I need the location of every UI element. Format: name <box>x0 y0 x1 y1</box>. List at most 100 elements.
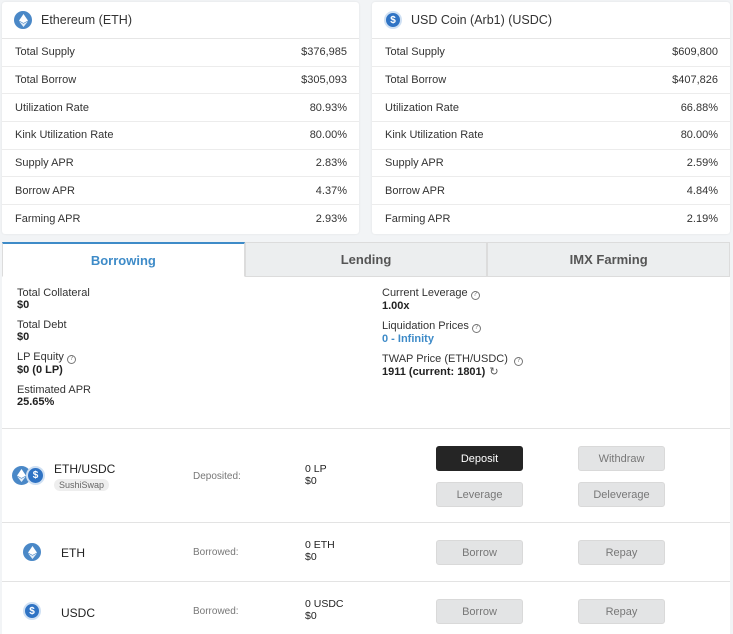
eth-amount-usd: $0 <box>305 551 317 563</box>
total-collateral-label: Total Collateral <box>17 287 90 299</box>
usdc-card-header: $ USD Coin (Arb1) (USDC) <box>372 2 730 39</box>
lp-equity-value: $0 (0 LP) <box>17 363 63 376</box>
usdc-stat-label: Borrow APR <box>385 184 445 197</box>
usdc-stat-row: Total Borrow $407,826 <box>372 67 730 95</box>
eth-stat-label: Kink Utilization Rate <box>15 129 114 142</box>
estimated-apr-value: 25.65% <box>17 396 55 408</box>
tab-borrowing[interactable]: Borrowing <box>2 242 245 277</box>
total-collateral: Total Collateral $0 <box>17 287 90 311</box>
usdc-stat-value: 2.19% <box>686 212 718 225</box>
eth-stat-value: $305,093 <box>301 74 347 87</box>
usdc-card-title: USD Coin (Arb1) (USDC) <box>411 13 552 27</box>
withdraw-button[interactable]: Withdraw <box>578 446 665 471</box>
usdc-stat-row: Kink Utilization Rate 80.00% <box>372 122 730 150</box>
usdc-stat-row: Borrow APR 4.84% <box>372 177 730 206</box>
liquidation-prices: Liquidation Prices? 0 - Infinity <box>382 320 481 345</box>
eth-amount: 0 ETH $0 <box>305 539 335 563</box>
borrowing-panel: Total Collateral $0 Total Debt $0 LP Equ… <box>2 277 730 634</box>
eth-borrow-row: ETH Borrowed: 0 ETH $0 Borrow Repay <box>2 522 730 581</box>
eth-stat-value: 80.93% <box>309 101 347 114</box>
current-leverage-label: Current Leverage <box>382 287 468 299</box>
estimated-apr-label: Estimated APR <box>17 384 91 396</box>
usdc-stat-value: 4.84% <box>686 184 718 197</box>
usdc-stat-value: 80.00% <box>680 129 718 142</box>
usdc-borrow-row: $ USDC Borrowed: 0 USDC $0 Borrow Repay <box>2 581 730 634</box>
usdc-amount-usd: $0 <box>305 610 317 622</box>
total-debt: Total Debt $0 <box>17 319 67 343</box>
lp-status-label: Deposited: <box>193 471 241 482</box>
question-circle-icon[interactable]: ? <box>471 323 481 333</box>
eth-status-label: Borrowed: <box>193 547 239 558</box>
usdc-stat-label: Total Borrow <box>385 74 447 87</box>
eth-stat-row: Utilization Rate 80.93% <box>2 94 359 123</box>
deposit-button[interactable]: Deposit <box>436 446 523 471</box>
liquidation-prices-value: 0 - Infinity <box>382 332 434 345</box>
total-debt-value: $0 <box>17 331 30 343</box>
eth-stat-label: Total Supply <box>15 46 75 59</box>
eth-repay-button[interactable]: Repay <box>578 540 665 565</box>
eth-stat-label: Borrow APR <box>15 184 75 197</box>
eth-stat-value: 80.00% <box>309 129 347 142</box>
twap-price-label: TWAP Price (ETH/USDC) <box>382 353 508 365</box>
eth-borrow-button[interactable]: Borrow <box>436 540 523 565</box>
current-leverage: Current Leverage? 1.00x <box>382 287 480 312</box>
usdc-borrow-button[interactable]: Borrow <box>436 599 523 624</box>
leverage-button[interactable]: Leverage <box>436 482 523 507</box>
lp-amount-usd: $0 <box>305 475 317 487</box>
usdc-stat-row: Supply APR 2.59% <box>372 150 730 178</box>
usdc-stats-card: $ USD Coin (Arb1) (USDC) Total Supply $60… <box>372 2 730 234</box>
usdc-icon: $ <box>23 602 41 620</box>
lp-amount-tokens: 0 LP <box>305 463 327 475</box>
deleverage-button[interactable]: Deleverage <box>578 482 665 507</box>
eth-stat-row: Kink Utilization Rate 80.00% <box>2 122 359 150</box>
eth-stat-row: Supply APR 2.83% <box>2 150 359 178</box>
question-circle-icon[interactable]: ? <box>513 356 523 366</box>
question-circle-icon[interactable]: ? <box>66 354 76 364</box>
usdc-stat-label: Utilization Rate <box>385 101 459 114</box>
usdc-stat-label: Kink Utilization Rate <box>385 129 484 142</box>
usdc-stat-row: Utilization Rate 66.88% <box>372 94 730 123</box>
usdc-amount: 0 USDC $0 <box>305 598 344 622</box>
usdc-repay-button[interactable]: Repay <box>578 599 665 624</box>
lp-equity-label: LP Equity <box>17 351 64 363</box>
eth-name: ETH <box>61 546 85 560</box>
estimated-apr: Estimated APR 25.65% <box>17 384 91 408</box>
dex-badge: SushiSwap <box>54 479 110 491</box>
usdc-stat-value: 66.88% <box>680 101 718 114</box>
eth-stat-row: Borrow APR 4.37% <box>2 177 359 206</box>
refresh-icon[interactable]: ↻ <box>489 366 498 378</box>
eth-card-title: Ethereum (ETH) <box>41 13 132 27</box>
lp-pair-name: ETH/USDC <box>54 462 116 476</box>
eth-stat-row: Total Borrow $305,093 <box>2 67 359 95</box>
eth-stat-value: 4.37% <box>315 184 347 197</box>
eth-stat-value: 2.83% <box>315 157 347 170</box>
eth-stat-row: Total Supply $376,985 <box>2 39 359 67</box>
pair-icons: $ <box>12 466 45 485</box>
usdc-name: USDC <box>61 606 96 620</box>
eth-stats-card: Ethereum (ETH) Total Supply $376,985 Total… <box>2 2 359 234</box>
twap-price-value: 1911 (current: 1801) <box>382 365 486 378</box>
tab-lending[interactable]: Lending <box>244 242 488 277</box>
usdc-stat-row: Farming APR 2.19% <box>372 205 730 233</box>
eth-stat-value: 2.93% <box>315 212 347 225</box>
usdc-stat-value: 2.59% <box>686 157 718 170</box>
usdc-status-label: Borrowed: <box>193 606 239 617</box>
total-collateral-value: $0 <box>17 299 30 311</box>
eth-stat-label: Total Borrow <box>15 74 77 87</box>
usdc-stat-row: Total Supply $609,800 <box>372 39 730 67</box>
eth-stat-label: Farming APR <box>15 212 81 225</box>
usdc-stat-label: Farming APR <box>385 212 451 225</box>
eth-amount-tokens: 0 ETH <box>305 539 335 551</box>
usdc-amount-tokens: 0 USDC <box>305 598 344 610</box>
question-circle-icon[interactable]: ? <box>470 290 480 300</box>
lp-equity: LP Equity? $0 (0 LP) <box>17 351 76 376</box>
tab-bar: Borrowing Lending IMX Farming <box>2 242 731 277</box>
eth-stat-label: Supply APR <box>15 157 74 170</box>
usdc-icon: $ <box>384 11 402 29</box>
tab-imx-farming[interactable]: IMX Farming <box>487 242 731 277</box>
liquidation-prices-label: Liquidation Prices <box>382 320 469 332</box>
usdc-stat-value: $407,826 <box>672 74 718 87</box>
ethereum-icon <box>14 11 32 29</box>
ethereum-icon <box>23 543 41 561</box>
usdc-icon: $ <box>26 466 45 485</box>
